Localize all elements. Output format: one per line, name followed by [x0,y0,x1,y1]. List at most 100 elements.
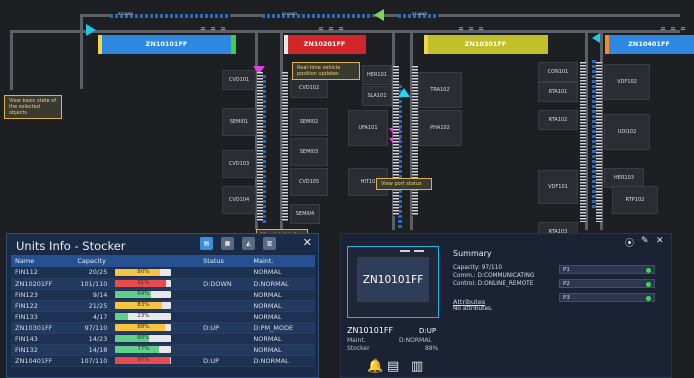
unit-name-cell[interactable]: FIN122 [11,300,74,312]
column-header-status[interactable]: Status [199,255,250,267]
equipment-node[interactable]: UFA101 [348,110,388,146]
capacity-count-cell: 9/14 [73,289,112,301]
stocker-icon[interactable]: ▤ [200,237,213,250]
maint-cell: D:NORMAL [249,278,315,290]
table-row[interactable]: FIN122 21/25 83% NORMAL [11,300,315,312]
table-row[interactable]: FIN133 4/17 23% NORMAL [11,311,315,323]
table-row[interactable]: ZN10201FF 101/110 91% D:DOWN D:NORMAL [11,278,315,290]
unit-fill: 88% [425,345,439,352]
port-icon[interactable]: ▥ [263,237,276,250]
port-status-dot [646,295,651,301]
toolbar-glyph: ◭ [246,240,251,247]
maint-cell: NORMAL [249,300,315,312]
equipment-node[interactable]: RTA101 [538,82,578,102]
capacity-bar: 83% [115,302,172,309]
vehicle-marker-icon[interactable] [398,88,410,97]
capacity-count-cell: 14/23 [73,333,112,345]
printer-icon[interactable]: ▥ [411,359,423,374]
table-row[interactable]: FIN143 14/23 60% NORMAL [11,333,315,345]
card-dash [400,250,410,252]
zone-bar-zn10101ff[interactable]: ZN10101FF [98,35,236,54]
port-row-p3[interactable]: P3 [559,293,655,302]
unit-name-cell[interactable]: ZN10301FF [11,322,74,334]
vehicle-marker-icon[interactable] [86,24,96,36]
vehicle-icon[interactable]: ◭ [242,237,255,250]
report-icon[interactable]: ▤ [387,359,399,374]
equipment-node[interactable]: UDI102 [604,114,650,150]
equipment-node[interactable]: VDF102 [604,64,650,100]
rail-label: ST-06ATI [412,12,428,16]
unit-name-cell[interactable]: ZN10401FF [11,355,74,367]
port-row-p2[interactable]: P2 [559,279,655,288]
vehicle-marker-icon[interactable] [592,33,600,43]
equipment-node[interactable]: VDF101 [538,170,578,204]
unit-card[interactable]: ZN10101FF [347,246,439,318]
zone-dash: = = = [200,25,228,33]
zone-bar-zn10401ff[interactable]: ZN10401FF [605,35,694,54]
column-header-name[interactable]: Name [11,255,74,267]
zone-bar-zn10301ff[interactable]: ZN10301FF [424,35,548,54]
maint-cell: D:NORMAL [249,355,315,367]
equipment-node[interactable]: SEMI04 [290,204,320,224]
grid-icon[interactable]: ▦ [221,237,234,250]
equipment-node[interactable]: SLA101 [362,86,392,106]
capacity-percent: 88% [137,324,150,330]
port-label: P2 [563,281,570,287]
unit-name-cell[interactable]: FIN133 [11,311,74,323]
table-row[interactable]: ZN10401FF 107/110 97% D:UP D:NORMAL [11,355,315,367]
equipment-node[interactable]: RTP102 [612,186,658,214]
unit-name-cell[interactable]: FIN143 [11,333,74,345]
column-header-capacity[interactable]: Capacity [73,255,200,267]
port-stack [596,62,602,222]
table-row[interactable]: FIN123 9/14 64% NORMAL [11,289,315,301]
node-label: CVD101 [228,77,250,83]
alarm-bell-icon[interactable]: 🔔 [367,359,383,374]
close-icon[interactable]: ✕ [656,236,664,246]
unit-detail-panel: ZN10101FF ZN10101FF D:UP Maint. D:NORMAL… [340,233,672,378]
equipment-node[interactable]: RTA102 [538,110,578,130]
port-label: P3 [563,295,570,301]
locate-icon[interactable]: ⦿ [625,236,634,249]
pin-icon[interactable]: ✎ [641,236,649,246]
capacity-bar-cell: 60% [111,333,200,345]
zone-label: ZN10201FF [303,40,346,48]
capacity-count-cell: 101/110 [73,278,112,290]
unit-name-cell[interactable]: FIN112 [11,267,74,279]
attributes-title[interactable]: Attributes [453,298,485,306]
capacity-bar-cell: 97% [111,355,200,367]
equipment-node[interactable]: SEMI02 [290,108,328,136]
table-row[interactable]: FIN132 14/18 77% NORMAL [11,344,315,356]
port-stack [257,72,263,222]
node-label: SEMI01 [229,119,249,125]
equipment-node[interactable]: SEMI01 [222,108,256,136]
column-header-maint[interactable]: Maint. [249,255,315,267]
summary-title: Summary [453,249,492,258]
equipment-node[interactable]: TRA102 [418,72,462,108]
unit-name-cell[interactable]: ZN10201FF [11,278,74,290]
vehicle-marker-icon[interactable] [374,9,384,21]
equipment-node[interactable]: CVD104 [222,186,256,214]
close-icon[interactable]: ✕ [303,236,312,249]
equipment-node[interactable]: CVD101 [222,70,256,90]
node-label: CVD105 [298,179,320,185]
equipment-node[interactable]: CVD103 [222,150,256,178]
zone-bar-zn10201ff[interactable]: ZN10201FF [284,35,366,54]
left-rail-join [10,30,80,33]
equipment-node[interactable]: SEMI03 [290,138,328,166]
table-row[interactable]: FIN112 20/25 80% NORMAL [11,267,315,279]
capacity-bar-cell: 23% [111,311,200,323]
units-table: Name Capacity Status Maint. FIN112 20/25 8… [11,255,315,367]
equipment-node[interactable]: HER101 [362,65,392,85]
port-row-p1[interactable]: P1 [559,265,655,274]
maint-cell: NORMAL [249,289,315,301]
unit-name-cell[interactable]: FIN132 [11,344,74,356]
far-left-rail [10,30,13,90]
equipment-node[interactable]: PHA102 [418,110,462,146]
equipment-node[interactable]: CVD105 [290,168,328,196]
equipment-node[interactable]: HER103 [604,168,644,188]
equipment-node[interactable]: CVD102 [290,78,328,98]
unit-name-cell[interactable]: FIN123 [11,289,74,301]
table-row[interactable]: ZN10301FF 97/110 88% D:UP D:PM_MODE [11,322,315,334]
equipment-node[interactable]: CON101 [538,62,578,82]
status-cell [199,333,250,345]
